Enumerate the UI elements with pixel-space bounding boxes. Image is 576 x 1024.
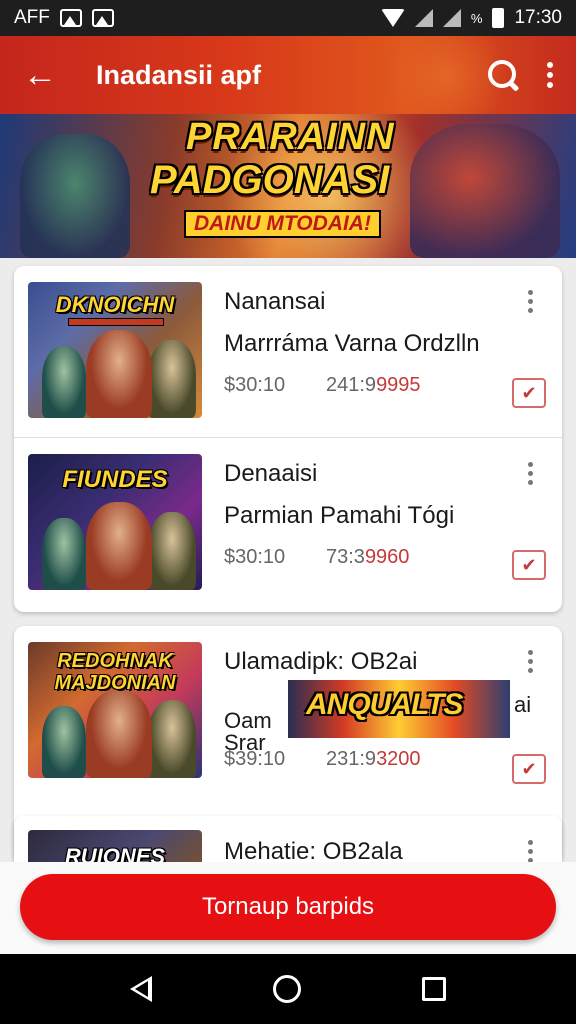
checkbox-check-icon[interactable]: ✔ [512,754,546,784]
item-more-icon[interactable] [528,290,533,313]
battery-percent: % [470,10,483,26]
list-item[interactable]: REDOHNAK MAJDONIAN Ulamadipk: OB2ai Oam … [14,626,562,796]
item-more-icon[interactable] [528,462,533,485]
checkbox-check-icon[interactable]: ✔ [512,378,546,408]
item-description: Marrráma Varna Ordzlln [224,330,480,357]
image-notification-icon [59,9,82,27]
banner-subtitle: DAINU MTODAIA! [184,210,381,238]
promo-overlay-banner: ANQUALTS [288,680,510,738]
more-vert-icon[interactable] [542,62,558,88]
item-price: $30:10 [224,546,286,568]
promo-banner[interactable]: PRARAINN PADGONASI DAINU MTODAIA! [0,114,576,258]
item-more-icon[interactable] [528,840,533,862]
item-price: $39:10 [224,748,286,770]
item-price: $30:10 [224,374,286,396]
arrow-left-icon: ← [23,55,57,94]
nav-recents-icon[interactable] [421,977,446,1001]
item-name: Mehatie: OB2ala [224,838,403,862]
item-code: 231:93200 [326,748,421,770]
nav-home-icon[interactable] [272,975,301,1003]
battery-icon [492,8,505,28]
clock: 17:30 [514,7,562,28]
status-bar: AFF % 17:30 [0,0,576,36]
nav-back-icon[interactable] [130,976,153,1002]
item-description: Parmian Pamahi Tógi [224,502,455,529]
item-code: 241:99995 [326,374,421,396]
signal-icon [414,9,433,27]
signal-icon [442,9,461,27]
banner-title-line1: PRARAINN [186,116,395,158]
list-item[interactable]: DKNOICHN Nanansai Marrráma Varna Ordzlln… [14,266,562,436]
search-icon[interactable] [486,58,520,92]
item-thumbnail: FIUNDES [28,454,202,590]
product-card: DKNOICHN Nanansai Marrráma Varna Ordzlln… [14,266,562,612]
item-description-tail: ai [514,692,532,717]
banner-hero-left [20,134,130,258]
list-item[interactable]: FIUNDES Denaaisi Parmian Pamahi Tógi $30… [14,438,562,608]
image-notification-icon [91,9,114,27]
banner-hero-right [410,124,560,258]
banner-title-line2: PADGONASI [150,158,390,202]
item-name: Denaaisi [224,460,318,487]
checkbox-check-icon[interactable]: ✔ [512,550,546,580]
item-thumbnail: DKNOICHN [28,282,202,418]
item-thumbnail: REDOHNAK MAJDONIAN [28,642,202,778]
item-name: Nanansai [224,288,326,315]
item-code: 73:39960 [326,546,410,568]
list-item[interactable]: RUIONES Mehatie: OB2ala [14,816,562,862]
back-button[interactable]: ← [18,53,62,97]
page-title: Inadansii apf [96,59,262,90]
product-card: RUIONES Mehatie: OB2ala [14,816,562,862]
system-nav-bar [0,954,576,1024]
wifi-icon [380,9,405,27]
item-name: Ulamadipk: OB2ai [224,648,418,675]
primary-action-button[interactable]: Tornaup barpids [20,874,556,940]
carrier-label: AFF [14,7,50,28]
app-header: ← Inadansii apf [0,36,576,114]
item-more-icon[interactable] [528,650,533,673]
item-thumbnail: RUIONES [28,830,202,862]
